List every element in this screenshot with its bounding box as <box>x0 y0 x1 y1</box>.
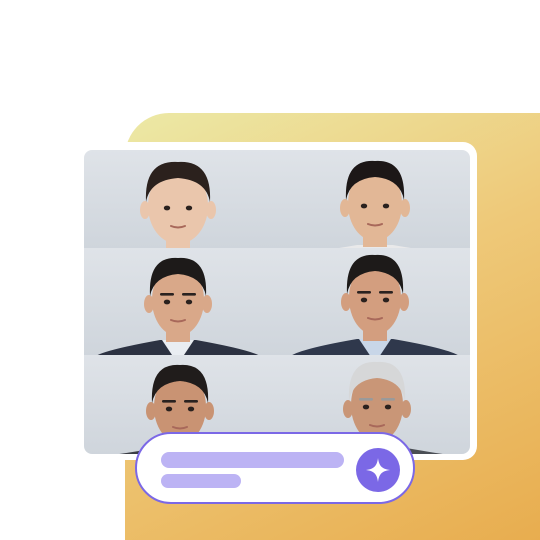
generate-button[interactable] <box>356 448 400 492</box>
eyebrow-shape <box>379 291 393 294</box>
eye-shape <box>382 203 390 209</box>
age-progression-grid <box>84 150 470 454</box>
eye-shape <box>163 205 171 211</box>
young-adult-portrait <box>97 257 259 355</box>
eye-shape <box>165 406 173 412</box>
photo-young-adult <box>84 248 277 355</box>
eyebrow-shape <box>184 400 198 403</box>
child-portrait <box>338 160 412 248</box>
prompt-input[interactable] <box>135 432 415 504</box>
eye-shape <box>384 404 392 410</box>
eye-shape <box>360 203 368 209</box>
baby-portrait <box>140 161 216 248</box>
eye-shape <box>185 205 193 211</box>
eye-shape <box>163 299 171 305</box>
prompt-placeholder-line-1 <box>161 452 344 468</box>
eye-shape <box>360 297 368 303</box>
eye-shape <box>362 404 370 410</box>
prompt-placeholder-line-2 <box>161 474 241 488</box>
eye-shape <box>185 299 193 305</box>
eyebrow-shape <box>357 291 371 294</box>
eyebrow-shape <box>160 293 174 296</box>
eyebrow-shape <box>182 293 196 296</box>
eye-shape <box>382 297 390 303</box>
eyebrow-shape <box>162 400 176 403</box>
eyebrow-shape <box>359 398 373 401</box>
photo-child <box>277 150 470 248</box>
hero-illustration <box>0 0 540 540</box>
adult-portrait <box>292 254 458 355</box>
photo-adult <box>277 248 470 355</box>
eyebrow-shape <box>381 398 395 401</box>
eye-shape <box>187 406 195 412</box>
sparkle-icon <box>356 448 400 492</box>
photo-baby <box>84 150 277 248</box>
